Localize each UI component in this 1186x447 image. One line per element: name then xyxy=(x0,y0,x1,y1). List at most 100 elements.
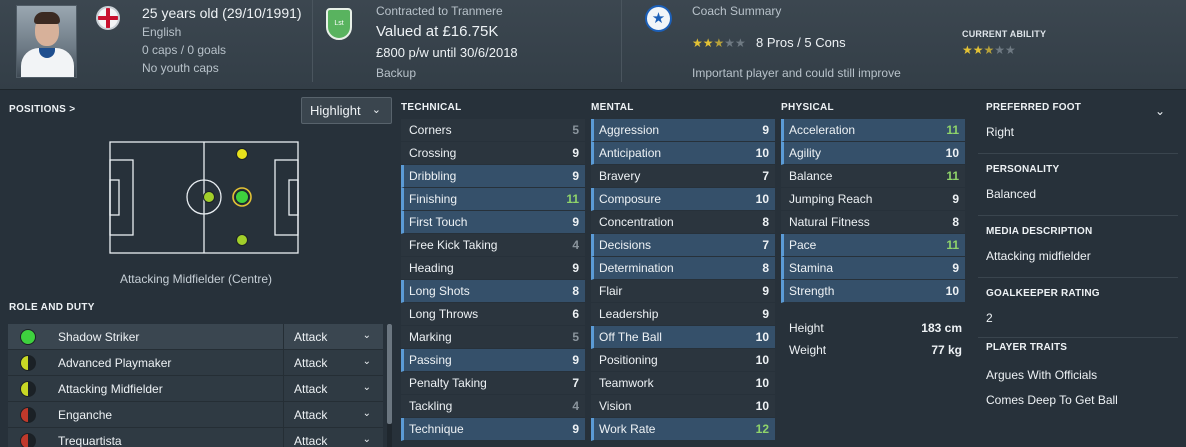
attribute-row-long-shots[interactable]: Long Shots 8 xyxy=(401,280,585,303)
role-duty-title: ROLE AND DUTY xyxy=(9,302,95,313)
club-badge-icon[interactable]: Lst xyxy=(326,8,352,40)
attribute-row-leadership[interactable]: Leadership 9 xyxy=(591,303,775,326)
attribute-row-tackling[interactable]: Tackling 4 xyxy=(401,395,585,418)
attribute-name: Long Throws xyxy=(409,307,479,321)
duty-dropdown[interactable]: Attack ⌄ xyxy=(283,324,383,350)
attribute-value: 12 xyxy=(755,422,769,436)
attribute-name: Teamwork xyxy=(599,376,654,390)
position-dot[interactable] xyxy=(235,190,249,204)
player-nationality[interactable]: English xyxy=(142,25,181,39)
attribute-row-bravery[interactable]: Bravery 7 xyxy=(591,165,775,188)
preferred-foot-label: PREFERRED FOOT xyxy=(986,102,1082,113)
attribute-row-pace[interactable]: Pace 11 xyxy=(781,234,965,257)
attribute-row-balance[interactable]: Balance 11 xyxy=(781,165,965,188)
attribute-row-dribbling[interactable]: Dribbling 9 xyxy=(401,165,585,188)
role-suitability-icon xyxy=(20,433,36,447)
role-row-shadow-striker[interactable]: Shadow Striker Attack ⌄ xyxy=(8,324,383,350)
england-flag-icon[interactable] xyxy=(96,6,120,30)
role-row-enganche[interactable]: Enganche Attack ⌄ xyxy=(8,402,383,428)
attribute-row-technique[interactable]: Technique 9 xyxy=(401,418,585,441)
attribute-value: 9 xyxy=(572,261,579,275)
attribute-value: 8 xyxy=(572,284,579,298)
attribute-row-first-touch[interactable]: First Touch 9 xyxy=(401,211,585,234)
attribute-value: 10 xyxy=(755,146,769,160)
technical-heading: TECHNICAL xyxy=(401,102,462,113)
attribute-row-vision[interactable]: Vision 10 xyxy=(591,395,775,418)
current-ability-label: CURRENT ABILITY xyxy=(962,29,1047,39)
attribute-row-stamina[interactable]: Stamina 9 xyxy=(781,257,965,280)
divider xyxy=(978,277,1178,278)
attribute-name: Jumping Reach xyxy=(789,192,873,206)
attribute-row-heading[interactable]: Heading 9 xyxy=(401,257,585,280)
highlight-label: Highlight xyxy=(310,103,361,118)
attribute-value: 9 xyxy=(572,169,579,183)
attribute-row-agility[interactable]: Agility 10 xyxy=(781,142,965,165)
duty-dropdown[interactable]: Attack ⌄ xyxy=(283,376,383,402)
attribute-row-composure[interactable]: Composure 10 xyxy=(591,188,775,211)
attribute-row-positioning[interactable]: Positioning 10 xyxy=(591,349,775,372)
contract-title[interactable]: Contracted to Tranmere xyxy=(376,4,503,18)
coach-summary-title[interactable]: Coach Summary xyxy=(692,4,781,18)
attribute-row-jumping-reach[interactable]: Jumping Reach 9 xyxy=(781,188,965,211)
attribute-row-acceleration[interactable]: Acceleration 11 xyxy=(781,119,965,142)
attribute-row-concentration[interactable]: Concentration 8 xyxy=(591,211,775,234)
player-trait[interactable]: Comes Deep To Get Ball xyxy=(986,393,1118,407)
attribute-row-crossing[interactable]: Crossing 9 xyxy=(401,142,585,165)
coach-note: Important player and could still improve xyxy=(692,66,901,80)
attribute-value: 8 xyxy=(952,215,959,229)
positions-title[interactable]: POSITIONS > xyxy=(9,104,75,115)
attribute-name: Natural Fitness xyxy=(789,215,870,229)
role-row-trequartista[interactable]: Trequartista Attack ⌄ xyxy=(8,428,383,447)
attribute-row-teamwork[interactable]: Teamwork 10 xyxy=(591,372,775,395)
attribute-row-marking[interactable]: Marking 5 xyxy=(401,326,585,349)
highlight-dropdown[interactable]: Highlight ⌄ xyxy=(301,97,392,124)
role-row-attacking-midfielder[interactable]: Attacking Midfielder Attack ⌄ xyxy=(8,376,383,402)
attribute-row-work-rate[interactable]: Work Rate 12 xyxy=(591,418,775,441)
attribute-row-flair[interactable]: Flair 9 xyxy=(591,280,775,303)
attribute-row-long-throws[interactable]: Long Throws 6 xyxy=(401,303,585,326)
position-label: Attacking Midfielder (Centre) xyxy=(119,272,273,286)
attribute-row-aggression[interactable]: Aggression 9 xyxy=(591,119,775,142)
attribute-value: 10 xyxy=(945,284,959,298)
duty-dropdown[interactable]: Attack ⌄ xyxy=(283,428,383,447)
height-value: 183 cm xyxy=(921,321,962,335)
attribute-row-natural-fitness[interactable]: Natural Fitness 8 xyxy=(781,211,965,234)
attribute-name: Tackling xyxy=(409,399,453,413)
position-dot[interactable] xyxy=(236,148,248,160)
role-row-advanced-playmaker[interactable]: Advanced Playmaker Attack ⌄ xyxy=(8,350,383,376)
player-wage: £800 p/w until 30/6/2018 xyxy=(376,45,518,60)
physical-attributes: Acceleration 11 Agility 10 Balance 11 Jumping … xyxy=(781,119,965,303)
attribute-name: Anticipation xyxy=(599,146,662,160)
mental-attributes: Aggression 9 Anticipation 10 Bravery 7 Composu… xyxy=(591,119,775,441)
duty-dropdown[interactable]: Attack ⌄ xyxy=(283,402,383,428)
attribute-row-decisions[interactable]: Decisions 7 xyxy=(591,234,775,257)
attribute-value: 8 xyxy=(762,261,769,275)
attribute-value: 7 xyxy=(762,169,769,183)
pros-cons[interactable]: 8 Pros / 5 Cons xyxy=(756,35,846,50)
chevron-down-icon: ⌄ xyxy=(362,382,371,393)
attribute-value: 11 xyxy=(946,169,959,183)
pitch-diagram xyxy=(109,141,299,254)
attribute-name: First Touch xyxy=(409,215,468,229)
attribute-row-determination[interactable]: Determination 8 xyxy=(591,257,775,280)
attribute-row-free-kick-taking[interactable]: Free Kick Taking 4 xyxy=(401,234,585,257)
attribute-row-finishing[interactable]: Finishing 11 xyxy=(401,188,585,211)
role-suitability-icon xyxy=(20,355,36,371)
duty-dropdown[interactable]: Attack ⌄ xyxy=(283,350,383,376)
attribute-row-anticipation[interactable]: Anticipation 10 xyxy=(591,142,775,165)
height-label: Height xyxy=(789,321,824,335)
player-trait[interactable]: Argues With Officials xyxy=(986,368,1097,382)
player-traits-label: PLAYER TRAITS xyxy=(986,342,1068,353)
attribute-name: Stamina xyxy=(789,261,834,275)
attribute-row-passing[interactable]: Passing 9 xyxy=(401,349,585,372)
attribute-row-off-the-ball[interactable]: Off The Ball 10 xyxy=(591,326,775,349)
attribute-row-strength[interactable]: Strength 10 xyxy=(781,280,965,303)
coach-rating-stars: ★★★★★ xyxy=(692,36,746,50)
attribute-name: Technique xyxy=(409,422,464,436)
position-dot[interactable] xyxy=(236,234,248,246)
chevron-down-icon[interactable]: ⌄ xyxy=(1155,104,1165,118)
attribute-row-corners[interactable]: Corners 5 xyxy=(401,119,585,142)
position-dot[interactable] xyxy=(203,191,215,203)
attribute-row-penalty-taking[interactable]: Penalty Taking 7 xyxy=(401,372,585,395)
role-scrollbar[interactable] xyxy=(387,324,392,447)
